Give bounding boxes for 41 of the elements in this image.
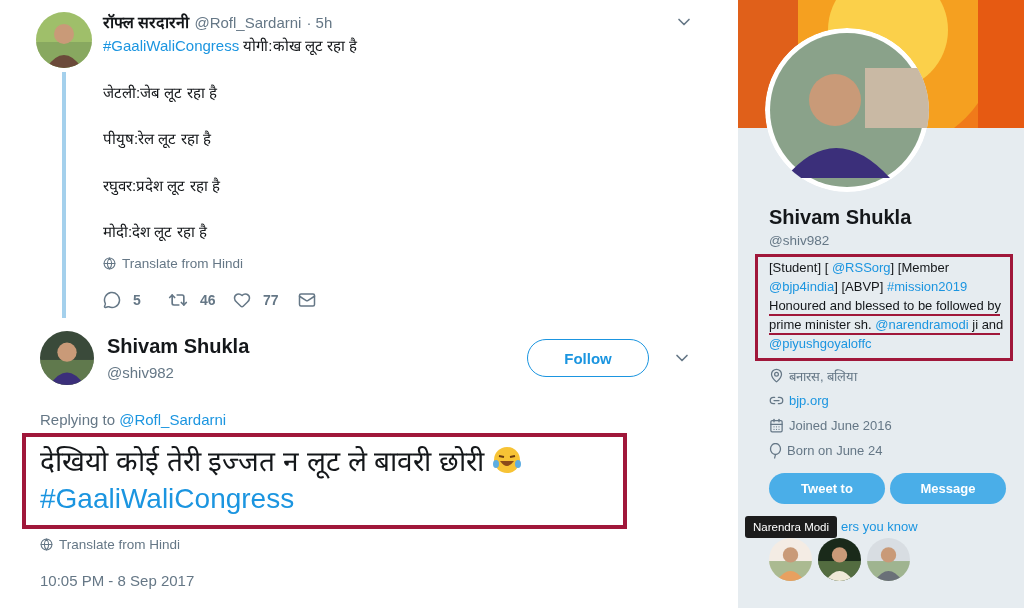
author-handle: @shiv982 — [107, 364, 175, 381]
replying-to-text: Replying to @Rofl_Sardarni — [40, 411, 228, 428]
website-link[interactable]: bjp.org — [789, 393, 829, 408]
reply-icon[interactable] — [103, 291, 121, 309]
heart-icon[interactable] — [233, 291, 251, 309]
mention-link[interactable]: #mission2019 — [887, 279, 968, 294]
author-handle: @Rofl_Sardarni — [194, 13, 302, 31]
profile-detail: Joined June 2016 — [789, 418, 892, 433]
action-count: 46 — [200, 292, 216, 308]
profile-handle: @shiv982 — [769, 233, 831, 248]
follow-button[interactable]: Follow — [527, 339, 649, 377]
calendar-icon — [769, 418, 784, 433]
globe-icon — [103, 257, 116, 270]
location-pin-icon — [769, 368, 784, 383]
balloon-icon — [769, 442, 782, 459]
tooltip: Narendra Modi — [745, 516, 838, 538]
tweet-text: #GaaliWaliCongress योगी:कोख लूट रहा है जेटली:जेब लूट रहा है पीयुष:रेल लूट रहा है रघुवर:प्रदेश लूट रहा है मोदी:देश लूट रहा है — [103, 36, 358, 242]
mention-link[interactable]: @narendramodi — [875, 317, 969, 332]
action-count: 77 — [263, 292, 279, 308]
mention-link[interactable]: @piyushgoyaloffc — [769, 336, 872, 351]
profile-name: Shivam Shukla — [769, 206, 913, 229]
profile-detail: Born on June 24 — [787, 443, 883, 458]
author-name[interactable]: रॉफ्ल सरदारनी — [103, 11, 190, 33]
hashtag-link[interactable]: #GaaliWaliCongress — [103, 37, 240, 54]
tweet-text: देखियो कोई तेरी इज्जत न लूट ले बावरी छोरी #GaaliWaliCongress — [40, 443, 609, 517]
tweet-to-button[interactable]: Tweet to — [769, 473, 885, 504]
profile-detail: बनारस, बलिया — [789, 367, 858, 385]
globe-icon — [40, 538, 53, 551]
hashtag-link[interactable]: #GaaliWaliCongress — [40, 483, 295, 514]
mention-link[interactable]: @RSSorg — [831, 260, 891, 275]
message-button[interactable]: Message — [890, 473, 1006, 504]
translate-link[interactable]: Translate from Hindi — [59, 537, 181, 552]
author-name[interactable]: Shivam Shukla — [107, 335, 527, 358]
action-count: 5 — [133, 292, 141, 308]
followers-you-know-link[interactable]: ers you know — [841, 519, 1013, 534]
laughing-emoji-icon — [492, 445, 522, 475]
tweet-timestamp: 10:05 PM - 8 Sep 2017 — [40, 572, 196, 589]
translate-link[interactable]: Translate from Hindi — [122, 256, 244, 271]
mention-link[interactable]: @Rofl_Sardarni — [119, 411, 227, 428]
tweet-time: · 5h — [306, 13, 333, 31]
mail-icon[interactable] — [298, 291, 316, 309]
